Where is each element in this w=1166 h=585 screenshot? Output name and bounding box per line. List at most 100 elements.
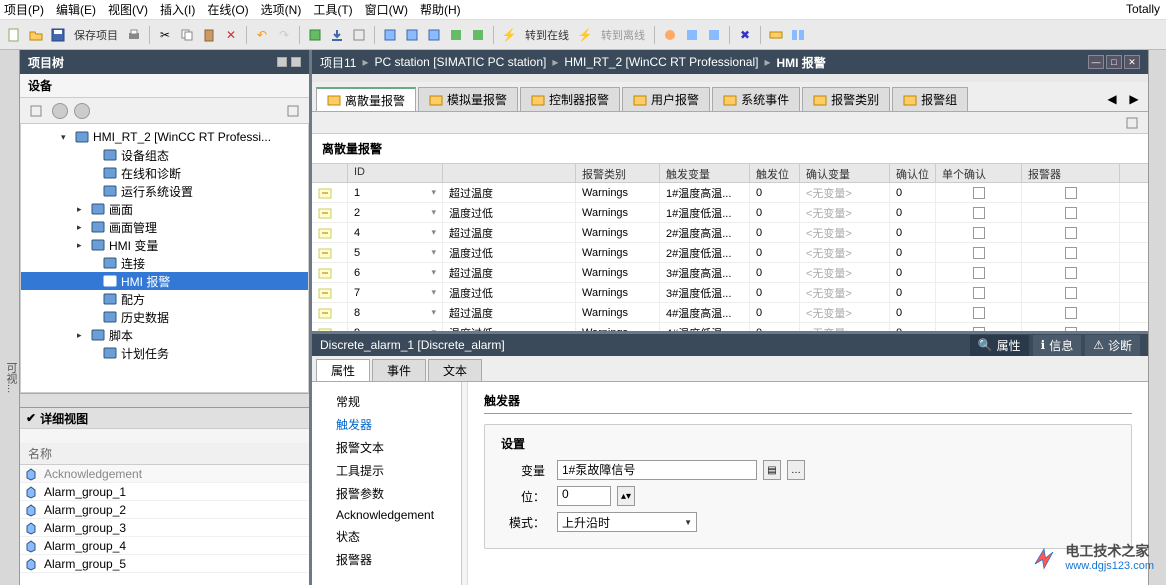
single-ack-checkbox[interactable] xyxy=(973,307,985,319)
expand-icon[interactable]: ▸ xyxy=(77,240,87,251)
alarm-group-checkbox[interactable] xyxy=(1065,207,1077,219)
table-row[interactable]: 9▾温度过低Warnings4#温度低温...0<无变量>0 xyxy=(312,323,1148,331)
bc-seg-2[interactable]: HMI_RT_2 [WinCC RT Professional] xyxy=(564,55,758,69)
alarm-group-checkbox[interactable] xyxy=(1065,227,1077,239)
bc-seg-0[interactable]: 项目11 xyxy=(320,54,356,71)
prop-nav-item[interactable]: Acknowledgement xyxy=(316,505,457,525)
single-ack-checkbox[interactable] xyxy=(973,267,985,279)
tree-item[interactable]: 计划任务 xyxy=(21,344,308,362)
bit-input[interactable]: 0 xyxy=(557,486,611,506)
id-dropdown-icon[interactable]: ▾ xyxy=(431,327,436,331)
editor-tab[interactable]: 模拟量报警 xyxy=(418,87,518,111)
table-row[interactable]: 6▾超过温度Warnings3#温度高温...0<无变量>0 xyxy=(312,263,1148,283)
detail-row[interactable]: Alarm_group_4 xyxy=(20,537,309,555)
alarm-group-checkbox[interactable] xyxy=(1065,307,1077,319)
editor-tab[interactable]: 离散量报警 xyxy=(316,87,416,111)
detail-row[interactable]: Alarm_group_1 xyxy=(20,483,309,501)
menu-window[interactable]: 窗口(W) xyxy=(365,1,408,18)
tree-item[interactable]: ▸画面管理 xyxy=(21,218,308,236)
gh-group[interactable]: 报警器 xyxy=(1022,164,1120,182)
inspector-tab-diag[interactable]: ⚠诊断 xyxy=(1085,335,1140,356)
go-online-label[interactable]: 转到在线 xyxy=(521,27,573,43)
single-ack-checkbox[interactable] xyxy=(973,207,985,219)
tb-icon-1[interactable] xyxy=(380,25,400,45)
tag-more-icon[interactable]: … xyxy=(787,460,805,480)
single-ack-checkbox[interactable] xyxy=(973,187,985,199)
open-icon[interactable] xyxy=(26,25,46,45)
tree-item[interactable]: ▸脚本 xyxy=(21,326,308,344)
alarm-group-checkbox[interactable] xyxy=(1065,267,1077,279)
left-vtab[interactable]: 可视... xyxy=(0,50,20,585)
menu-help[interactable]: 帮助(H) xyxy=(420,1,461,18)
single-ack-checkbox[interactable] xyxy=(973,287,985,299)
win-close-icon[interactable]: ✕ xyxy=(1124,55,1140,69)
tree-nav-fwd[interactable] xyxy=(74,103,90,119)
ltab-events[interactable]: 事件 xyxy=(372,359,426,381)
upload-icon[interactable] xyxy=(349,25,369,45)
gh-id[interactable]: ID xyxy=(348,164,443,182)
expand-icon[interactable]: ▸ xyxy=(77,330,87,341)
menu-options[interactable]: 选项(N) xyxy=(261,1,302,18)
editor-tab[interactable]: 系统事件 xyxy=(712,87,800,111)
tree-item[interactable]: 设备组态 xyxy=(21,146,308,164)
detail-row[interactable]: Acknowledgement xyxy=(20,465,309,483)
editor-tab[interactable]: 用户报警 xyxy=(622,87,710,111)
alarm-group-checkbox[interactable] xyxy=(1065,327,1077,332)
tree-tb-icon-1[interactable] xyxy=(26,101,46,121)
id-dropdown-icon[interactable]: ▾ xyxy=(431,307,436,318)
new-icon[interactable] xyxy=(4,25,24,45)
menu-edit[interactable]: 编辑(E) xyxy=(56,1,96,18)
tree-item[interactable]: ▸画面 xyxy=(21,200,308,218)
prop-nav-item[interactable]: 工具提示 xyxy=(316,459,457,482)
menu-insert[interactable]: 插入(I) xyxy=(160,1,195,18)
right-vtab[interactable] xyxy=(1148,50,1166,585)
detail-row[interactable]: Alarm_group_5 xyxy=(20,555,309,573)
tb-icon-2[interactable] xyxy=(402,25,422,45)
tb-icon-3[interactable] xyxy=(424,25,444,45)
expand-icon[interactable]: ▸ xyxy=(77,222,87,233)
id-dropdown-icon[interactable]: ▾ xyxy=(431,287,436,298)
prop-nav-item[interactable]: 报警器 xyxy=(316,548,457,571)
close-x-icon[interactable]: ✖ xyxy=(735,25,755,45)
tree-item[interactable]: 运行系统设置 xyxy=(21,182,308,200)
gh-acktag[interactable]: 确认变量 xyxy=(800,164,890,182)
save-icon[interactable] xyxy=(48,25,68,45)
gh-class[interactable]: 报警类别 xyxy=(576,164,660,182)
table-row[interactable]: 7▾温度过低Warnings3#温度低温...0<无变量>0 xyxy=(312,283,1148,303)
download-icon[interactable] xyxy=(327,25,347,45)
menu-online[interactable]: 在线(O) xyxy=(207,1,248,18)
go-online-icon[interactable]: ⚡ xyxy=(499,25,519,45)
expand-icon[interactable]: ▾ xyxy=(61,132,71,143)
ltab-texts[interactable]: 文本 xyxy=(428,359,482,381)
alarm-group-checkbox[interactable] xyxy=(1065,247,1077,259)
editor-tab[interactable]: 报警组 xyxy=(892,87,968,111)
menu-tools[interactable]: 工具(T) xyxy=(313,1,352,18)
bc-seg-3[interactable]: HMI 报警 xyxy=(776,54,825,71)
save-label[interactable]: 保存项目 xyxy=(70,27,122,43)
tb-icon-8[interactable] xyxy=(704,25,724,45)
prop-nav-item[interactable]: 报警参数 xyxy=(316,482,457,505)
tb-icon-6[interactable] xyxy=(660,25,680,45)
single-ack-checkbox[interactable] xyxy=(973,227,985,239)
panel-collapse-icon[interactable] xyxy=(277,57,287,67)
tb-icon-4[interactable] xyxy=(446,25,466,45)
prop-nav-item[interactable]: 状态 xyxy=(316,525,457,548)
redo-icon[interactable]: ↷ xyxy=(274,25,294,45)
table-row[interactable]: 2▾温度过低Warnings1#温度低温...0<无变量>0 xyxy=(312,203,1148,223)
tree-item[interactable]: ▸HMI 变量 xyxy=(21,236,308,254)
tree-item[interactable]: 连接 xyxy=(21,254,308,272)
id-dropdown-icon[interactable]: ▾ xyxy=(431,227,436,238)
win-min-icon[interactable]: — xyxy=(1088,55,1104,69)
single-ack-checkbox[interactable] xyxy=(973,327,985,332)
tb-icon-7[interactable] xyxy=(682,25,702,45)
panel-pin-icon[interactable] xyxy=(291,57,301,67)
prop-nav-item[interactable]: 常规 xyxy=(316,390,457,413)
single-ack-checkbox[interactable] xyxy=(973,247,985,259)
paste-icon[interactable] xyxy=(199,25,219,45)
tree-item[interactable]: HMI 报警 xyxy=(21,272,308,290)
prop-nav-item[interactable]: 触发器 xyxy=(316,413,457,436)
compile-icon[interactable] xyxy=(305,25,325,45)
mode-select[interactable]: 上升沿时▼ xyxy=(557,512,697,532)
gh-text[interactable] xyxy=(443,164,576,182)
bc-seg-1[interactable]: PC station [SIMATIC PC station] xyxy=(375,55,547,69)
